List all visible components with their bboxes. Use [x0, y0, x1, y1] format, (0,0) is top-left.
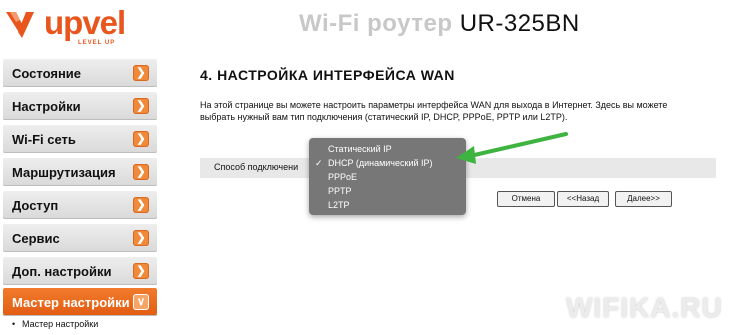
dropdown-option-pptp[interactable]: PPTP: [328, 186, 352, 196]
section-title: 4. НАСТРОЙКА ИНТЕРФЕЙСА WAN: [200, 67, 455, 83]
chevron-right-icon: ❯: [133, 164, 149, 180]
connection-type-dropdown[interactable]: Статический IP ✓ DHCP (динамический IP) P…: [309, 138, 466, 215]
chevron-right-icon: ❯: [133, 230, 149, 246]
sidebar-item-setup-wizard[interactable]: Мастер настройки ∨: [3, 288, 157, 316]
chevron-right-icon: ❯: [133, 197, 149, 213]
sidebar-item-label: Маршрутизация: [12, 165, 116, 180]
sidebar-item-label: Wi-Fi сеть: [12, 132, 76, 147]
page-title: Wi-Fi роутер UR-325BN: [299, 10, 580, 38]
option-label: PPPoE: [328, 172, 358, 182]
sidebar-item-status[interactable]: Состояние ❯: [3, 59, 157, 87]
sidebar-item-access[interactable]: Доступ ❯: [3, 191, 157, 219]
dropdown-option-pppoe[interactable]: PPPoE: [328, 172, 357, 182]
sidebar-item-service[interactable]: Сервис ❯: [3, 224, 157, 252]
chevron-down-icon: ∨: [133, 294, 149, 310]
cancel-button[interactable]: Отмена: [497, 191, 555, 207]
checkmark-icon: ✓: [315, 158, 323, 168]
chevron-right-icon: ❯: [133, 65, 149, 81]
sidebar: Состояние ❯ Настройки ❯ Wi-Fi сеть ❯ Мар…: [0, 56, 160, 335]
dropdown-option-dhcp[interactable]: ✓ DHCP (динамический IP): [315, 158, 433, 168]
logo-wordmark: upvel: [44, 4, 126, 41]
dropdown-option-l2tp[interactable]: L2TP: [328, 200, 350, 210]
sidebar-item-label: Настройки: [12, 99, 81, 114]
chevron-right-icon: ❯: [133, 131, 149, 147]
sidebar-item-label: Сервис: [12, 231, 60, 246]
chevron-right-icon: ❯: [133, 98, 149, 114]
next-button[interactable]: Далее>>: [615, 191, 672, 207]
sidebar-subitem-setup-wizard[interactable]: Мастер настройки: [12, 319, 98, 329]
sidebar-item-label: Доп. настройки: [12, 264, 112, 279]
header: upvel LEVEL UP Wi-Fi роутер UR-325BN: [0, 0, 750, 55]
brand-logo[interactable]: upvel LEVEL UP: [4, 4, 154, 50]
dropdown-option-static-ip[interactable]: Статический IP: [328, 144, 392, 154]
chevron-right-icon: ❯: [133, 263, 149, 279]
connection-type-label: Способ подключени: [214, 162, 299, 172]
sidebar-item-label: Состояние: [12, 66, 82, 81]
title-prefix: Wi-Fi роутер: [299, 10, 453, 37]
title-model: UR-325BN: [459, 10, 580, 37]
upvel-logo-icon: [6, 12, 34, 38]
watermark-text: WIFIKA.RU: [566, 292, 723, 323]
sidebar-item-settings[interactable]: Настройки ❯: [3, 92, 157, 120]
logo-tagline: LEVEL UP: [78, 40, 116, 46]
section-description: На этой странице вы можете настроить пар…: [200, 100, 668, 122]
sidebar-item-label: Доступ: [12, 198, 59, 213]
sidebar-item-advanced[interactable]: Доп. настройки ❯: [3, 257, 157, 285]
sidebar-item-label: Мастер настройки: [12, 295, 130, 310]
option-label: L2TP: [328, 200, 350, 210]
option-label: PPTP: [328, 186, 352, 196]
sidebar-item-routing[interactable]: Маршрутизация ❯: [3, 158, 157, 186]
option-label: DHCP (динамический IP): [328, 158, 433, 168]
back-button[interactable]: <<Назад: [557, 191, 609, 207]
option-label: Статический IP: [328, 144, 392, 154]
sidebar-item-wifi[interactable]: Wi-Fi сеть ❯: [3, 125, 157, 153]
